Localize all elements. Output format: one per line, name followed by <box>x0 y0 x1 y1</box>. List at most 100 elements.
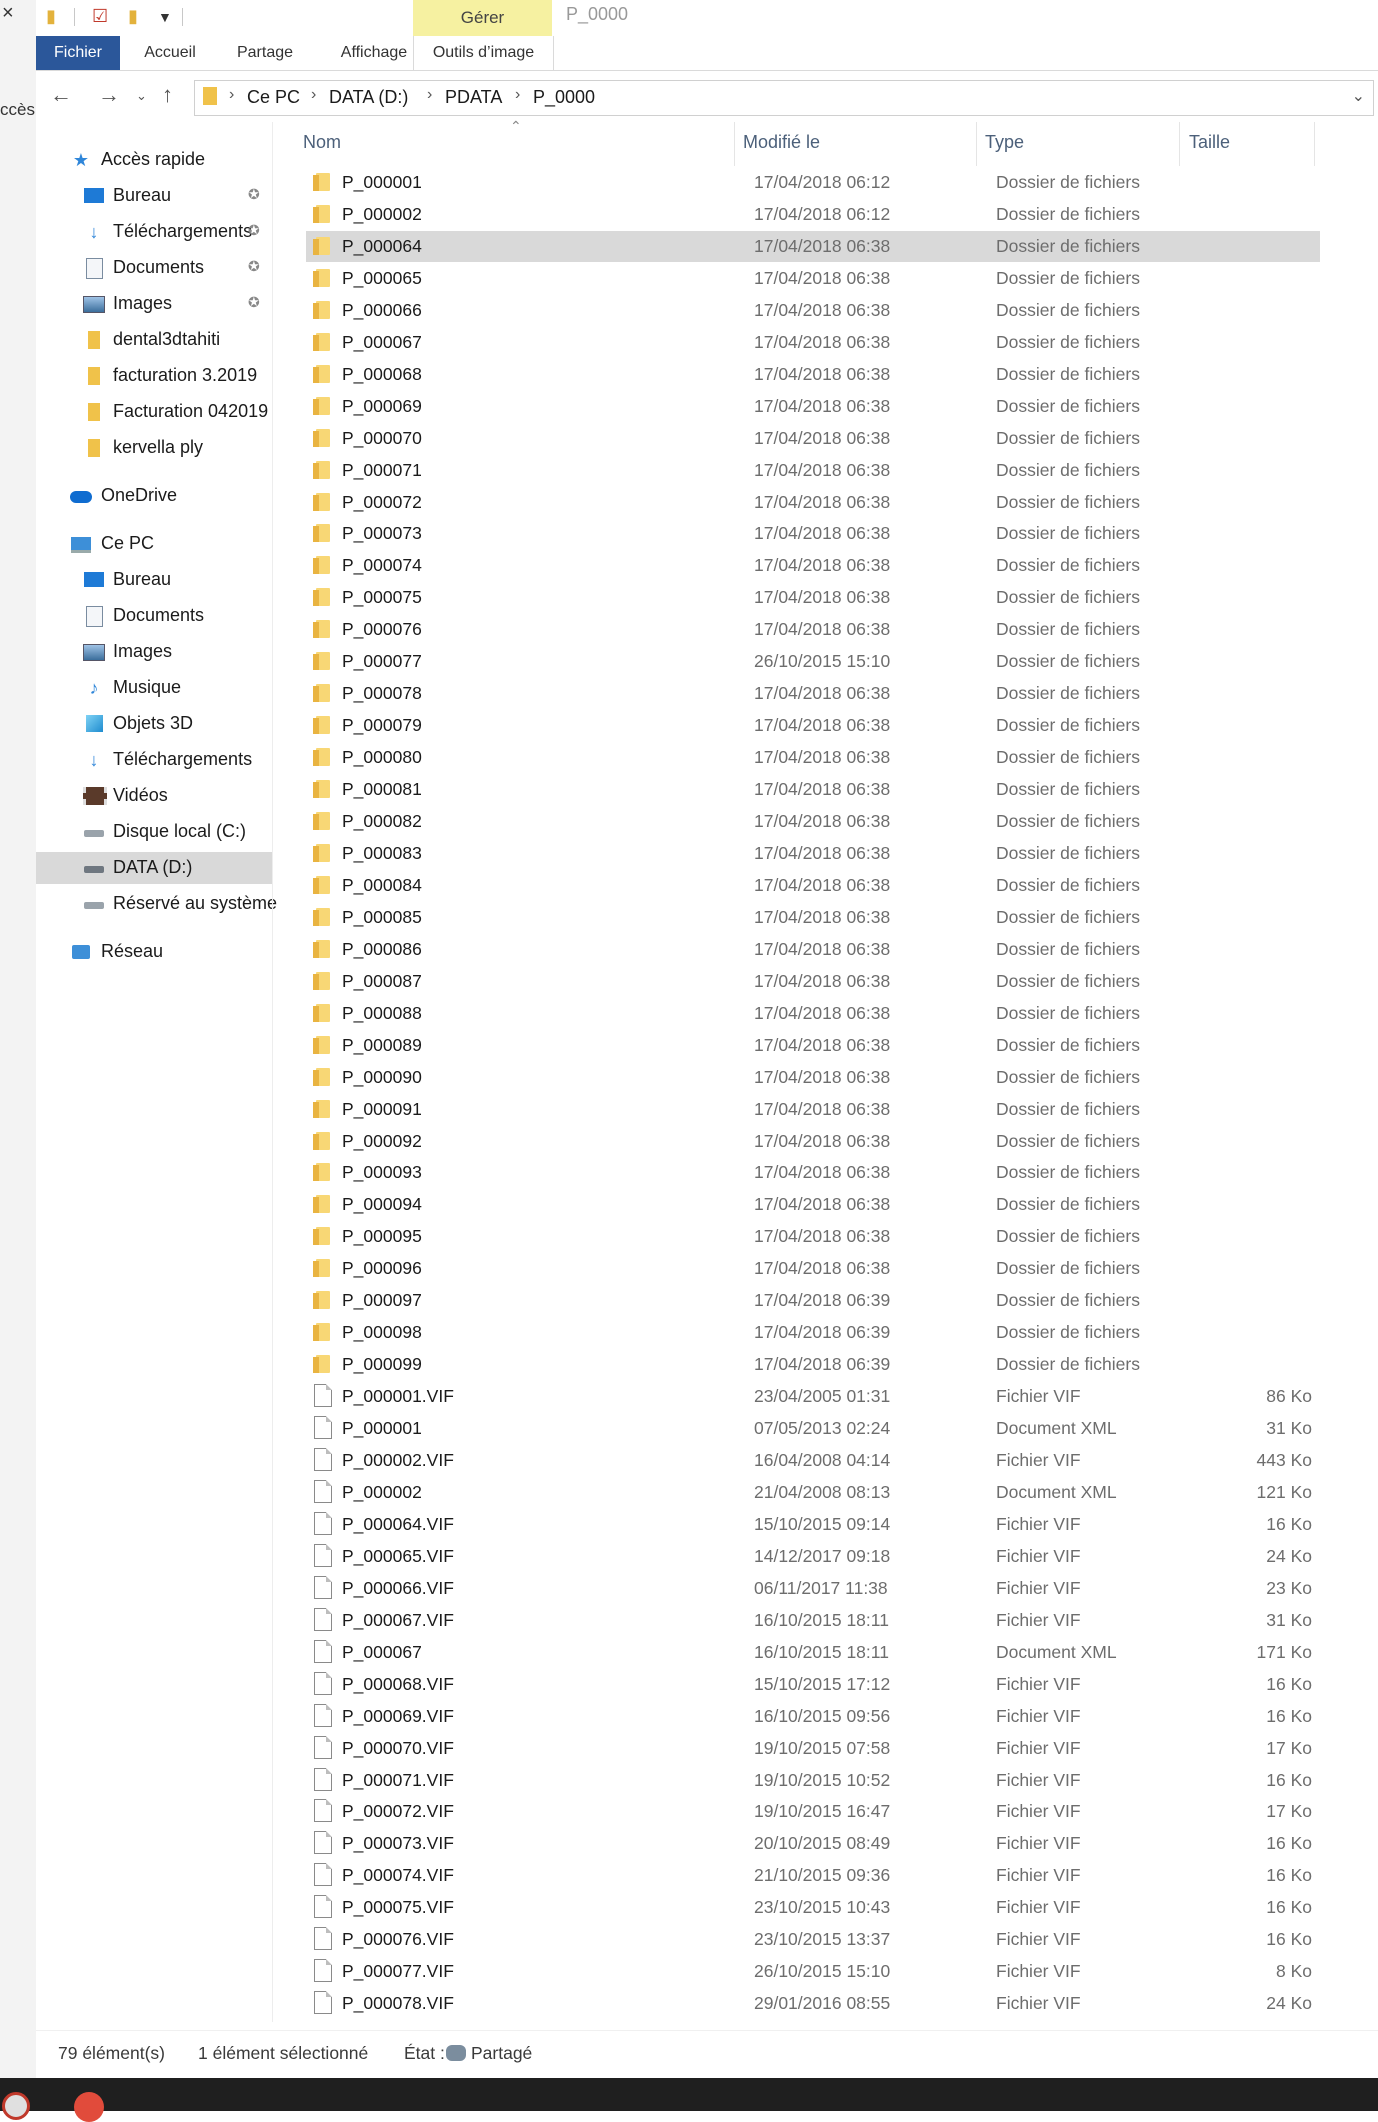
chevron-right-icon[interactable]: › <box>427 86 432 104</box>
file-row[interactable]: P_000064 17/04/2018 06:38 Dossier de fichi… <box>306 230 1320 262</box>
file-row[interactable]: P_000072.VIF 19/10/2015 16:47 Fichier VIF 1… <box>306 1796 1320 1827</box>
file-row[interactable]: P_000089 17/04/2018 06:38 Dossier de fichi… <box>306 1030 1320 1061</box>
file-row[interactable]: P_000074.VIF 21/10/2015 09:36 Fichier VIF 1… <box>306 1860 1320 1891</box>
file-row[interactable]: P_000073 17/04/2018 06:38 Dossier de fichi… <box>306 518 1320 549</box>
file-row[interactable]: P_000067 17/04/2018 06:38 Dossier de fichi… <box>306 327 1320 358</box>
file-row[interactable]: P_000091 17/04/2018 06:38 Dossier de fichi… <box>306 1094 1320 1125</box>
file-row[interactable]: P_000067.VIF 16/10/2015 18:11 Fichier VIF 3… <box>306 1605 1320 1636</box>
column-header-nom[interactable]: Nom <box>303 132 341 153</box>
sidebar-item-reserve-systeme[interactable]: Réservé au système <box>36 888 277 920</box>
file-row[interactable]: P_000074 17/04/2018 06:38 Dossier de fichi… <box>306 550 1320 581</box>
up-arrow-icon[interactable]: ↑ <box>162 82 173 108</box>
file-row[interactable]: P_000066.VIF 06/11/2017 11:38 Fichier VIF 2… <box>306 1573 1320 1604</box>
column-header-type[interactable]: Type <box>985 132 1024 153</box>
column-divider[interactable] <box>1314 122 1315 166</box>
sidebar-item-documents[interactable]: Documents <box>36 600 272 632</box>
new-folder-icon[interactable]: ▮ <box>128 6 138 27</box>
sidebar-item-reseau[interactable]: Réseau <box>36 936 272 968</box>
file-row[interactable]: P_000002 21/04/2008 08:13 Document XML 121 … <box>306 1477 1320 1508</box>
file-row[interactable]: P_000075 17/04/2018 06:38 Dossier de fichi… <box>306 582 1320 613</box>
file-row[interactable]: P_000067 16/10/2015 18:11 Document XML 171 … <box>306 1637 1320 1668</box>
breadcrumb-p0000[interactable]: P_0000 <box>533 87 595 108</box>
app-taskbar-icon[interactable] <box>2 2092 30 2120</box>
sidebar-item-dental3dtahiti[interactable]: dental3dtahiti <box>36 324 272 356</box>
sidebar-item-musique[interactable]: ♪ Musique <box>36 672 272 704</box>
sidebar-item-images[interactable]: Images ✪ <box>36 288 272 320</box>
column-header-modifie[interactable]: Modifié le <box>743 132 820 153</box>
file-row[interactable]: P_000083 17/04/2018 06:38 Dossier de fichi… <box>306 838 1320 869</box>
file-row[interactable]: P_000086 17/04/2018 06:38 Dossier de fichi… <box>306 934 1320 965</box>
app-taskbar-icon[interactable] <box>74 2092 104 2122</box>
sidebar-item-facturation-3-2019[interactable]: facturation 3.2019 <box>36 360 272 392</box>
file-row[interactable]: P_000084 17/04/2018 06:38 Dossier de fichi… <box>306 870 1320 901</box>
tab-outils-image[interactable]: Outils d’image <box>413 36 554 70</box>
file-row[interactable]: P_000066 17/04/2018 06:38 Dossier de fichi… <box>306 295 1320 326</box>
recent-locations-chevron-icon[interactable]: ⌄ <box>136 88 147 104</box>
file-row[interactable]: P_000070.VIF 19/10/2015 07:58 Fichier VIF 1… <box>306 1733 1320 1764</box>
file-row[interactable]: P_000095 17/04/2018 06:38 Dossier de fichi… <box>306 1221 1320 1252</box>
chevron-right-icon[interactable]: › <box>311 86 316 104</box>
file-row[interactable]: P_000065 17/04/2018 06:38 Dossier de fichi… <box>306 263 1320 294</box>
file-row[interactable]: P_000093 17/04/2018 06:38 Dossier de fichi… <box>306 1157 1320 1188</box>
breadcrumb-data-d[interactable]: DATA (D:) <box>329 87 408 108</box>
file-row[interactable]: P_000068 17/04/2018 06:38 Dossier de fichi… <box>306 359 1320 390</box>
file-row[interactable]: P_000090 17/04/2018 06:38 Dossier de fichi… <box>306 1062 1320 1093</box>
file-row[interactable]: P_000001 07/05/2013 02:24 Document XML 31 K… <box>306 1413 1320 1444</box>
chevron-right-icon[interactable]: › <box>229 86 234 104</box>
file-row[interactable]: P_000069 17/04/2018 06:38 Dossier de fichi… <box>306 391 1320 422</box>
file-row[interactable]: P_000077 26/10/2015 15:10 Dossier de fichi… <box>306 646 1320 677</box>
close-icon[interactable]: × <box>2 2 14 25</box>
file-row[interactable]: P_000085 17/04/2018 06:38 Dossier de fichi… <box>306 902 1320 933</box>
pin-icon[interactable]: ✪ <box>248 186 260 203</box>
sidebar-item-telechargements[interactable]: ↓ Téléchargements <box>36 744 272 776</box>
tab-partage[interactable]: Partage <box>218 36 312 70</box>
breadcrumb-ce-pc[interactable]: Ce PC <box>247 87 300 108</box>
file-row[interactable]: P_000078.VIF 29/01/2016 08:55 Fichier VIF 2… <box>306 1988 1320 2019</box>
pin-icon[interactable]: ✪ <box>248 258 260 275</box>
file-row[interactable]: P_000076 17/04/2018 06:38 Dossier de fichi… <box>306 614 1320 645</box>
address-dropdown-chevron-icon[interactable]: ⌄ <box>1352 86 1365 106</box>
file-row[interactable]: P_000079 17/04/2018 06:38 Dossier de fichi… <box>306 710 1320 741</box>
file-row[interactable]: P_000096 17/04/2018 06:38 Dossier de fichi… <box>306 1253 1320 1284</box>
column-header-taille[interactable]: Taille <box>1189 132 1230 153</box>
file-row[interactable]: P_000070 17/04/2018 06:38 Dossier de fichi… <box>306 423 1320 454</box>
file-row[interactable]: P_000078 17/04/2018 06:38 Dossier de fichi… <box>306 678 1320 709</box>
file-row[interactable]: P_000076.VIF 23/10/2015 13:37 Fichier VIF 1… <box>306 1924 1320 1955</box>
file-row[interactable]: P_000001 17/04/2018 06:12 Dossier de fichi… <box>306 167 1320 198</box>
sidebar-item-objets-3d[interactable]: Objets 3D <box>36 708 272 740</box>
pin-icon[interactable]: ✪ <box>248 294 260 311</box>
sidebar-item-bureau[interactable]: Bureau ✪ <box>36 180 272 212</box>
file-row[interactable]: P_000077.VIF 26/10/2015 15:10 Fichier VIF 8… <box>306 1956 1320 1987</box>
chevron-right-icon[interactable]: › <box>515 86 520 104</box>
file-row[interactable]: P_000071 17/04/2018 06:38 Dossier de fichi… <box>306 455 1320 486</box>
column-divider[interactable] <box>734 122 735 166</box>
sidebar-item-onedrive[interactable]: OneDrive <box>36 480 272 512</box>
column-divider[interactable] <box>1179 122 1180 166</box>
pin-icon[interactable]: ✪ <box>248 222 260 239</box>
manage-contextual-tab[interactable]: Gérer <box>413 0 552 36</box>
file-row[interactable]: P_000082 17/04/2018 06:38 Dossier de fichi… <box>306 806 1320 837</box>
file-row[interactable]: P_000071.VIF 19/10/2015 10:52 Fichier VIF 1… <box>306 1765 1320 1796</box>
file-row[interactable]: P_000080 17/04/2018 06:38 Dossier de fichi… <box>306 742 1320 773</box>
file-row[interactable]: P_000097 17/04/2018 06:39 Dossier de fichi… <box>306 1285 1320 1316</box>
forward-arrow-icon[interactable]: → <box>98 82 120 108</box>
file-row[interactable]: P_000098 17/04/2018 06:39 Dossier de fichi… <box>306 1317 1320 1348</box>
file-row[interactable]: P_000069.VIF 16/10/2015 09:56 Fichier VIF 1… <box>306 1701 1320 1732</box>
file-row[interactable]: P_000065.VIF 14/12/2017 09:18 Fichier VIF 2… <box>306 1541 1320 1572</box>
sidebar-item-documents[interactable]: Documents ✪ <box>36 252 272 284</box>
file-row[interactable]: P_000081 17/04/2018 06:38 Dossier de fichi… <box>306 774 1320 805</box>
sidebar-item-data-d[interactable]: DATA (D:) <box>36 852 272 884</box>
file-row[interactable]: P_000002.VIF 16/04/2008 04:14 Fichier VIF 4… <box>306 1445 1320 1476</box>
tab-fichier[interactable]: Fichier <box>36 36 120 70</box>
sidebar-item-ce-pc[interactable]: Ce PC <box>36 528 272 560</box>
back-arrow-icon[interactable]: ← <box>50 82 72 108</box>
file-row[interactable]: P_000072 17/04/2018 06:38 Dossier de fichi… <box>306 487 1320 518</box>
sidebar-item-videos[interactable]: Vidéos <box>36 780 272 812</box>
sidebar-item-images[interactable]: Images <box>36 636 272 668</box>
sidebar-item-disque-local-c[interactable]: Disque local (C:) <box>36 816 272 848</box>
sidebar-item-acces-rapide[interactable]: ★ Accès rapide <box>36 144 272 176</box>
customize-toolbar-chevron-icon[interactable]: ▼ <box>158 9 172 25</box>
file-row[interactable]: P_000002 17/04/2018 06:12 Dossier de fichi… <box>306 199 1320 230</box>
sidebar-item-kervella-ply[interactable]: kervella ply <box>36 432 272 464</box>
file-row[interactable]: P_000073.VIF 20/10/2015 08:49 Fichier VIF 1… <box>306 1828 1320 1859</box>
